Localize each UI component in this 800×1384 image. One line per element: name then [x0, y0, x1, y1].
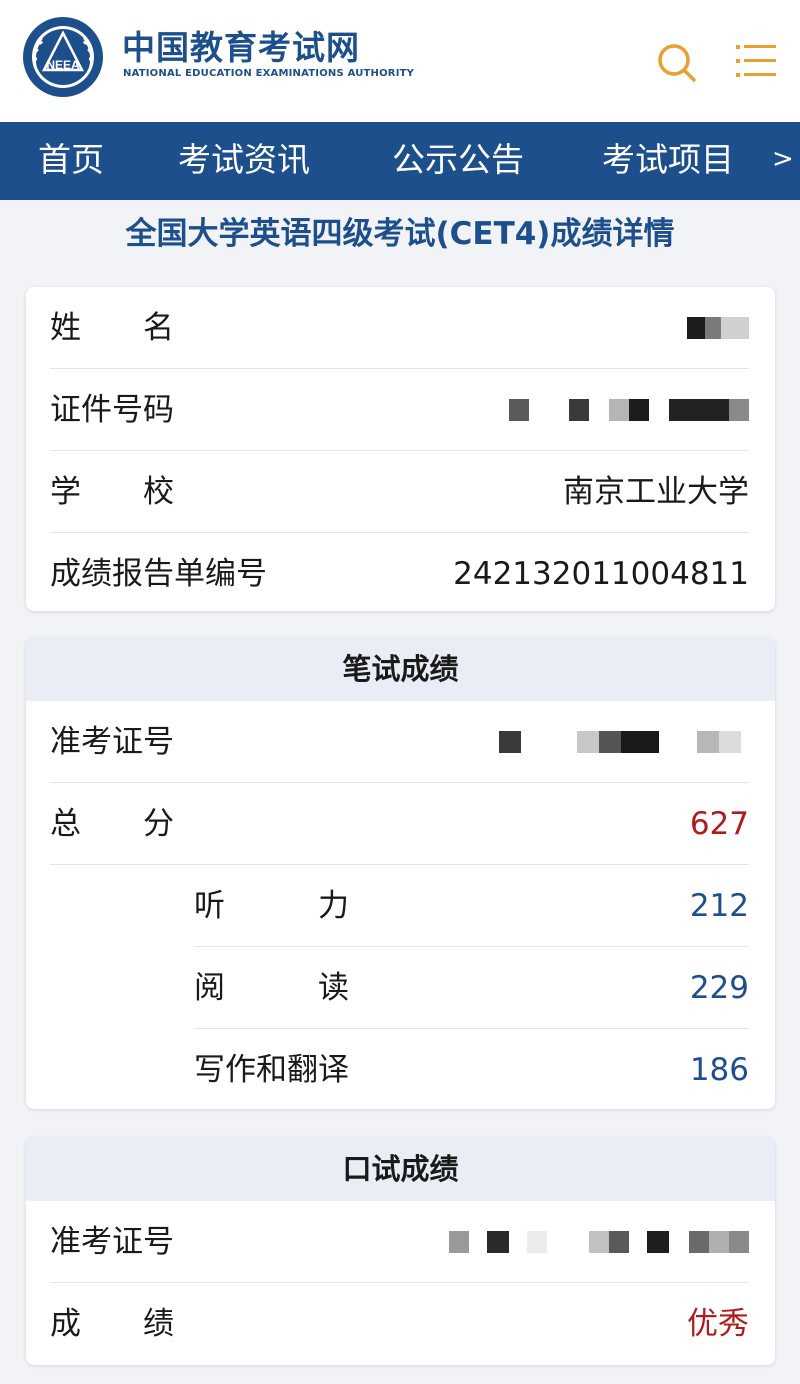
id-number-label: 证件号码: [50, 392, 174, 428]
id-number-value-masked: [509, 399, 749, 421]
total-score-label: 总 分: [50, 806, 174, 842]
report-number-row: 成绩报告单编号 242132011004811: [50, 533, 749, 611]
school-value: 南京工业大学: [563, 474, 749, 510]
written-ticket-value-masked: [499, 731, 749, 753]
nav-item-notices[interactable]: 公示公告: [392, 122, 524, 200]
name-value-masked: [687, 317, 749, 339]
site-header: NEEA 中国教育考试网 NATIONAL EDUCATION EXAMINAT…: [0, 0, 800, 122]
neea-logo-icon[interactable]: NEEA: [22, 16, 104, 98]
total-score-value: 627: [689, 806, 749, 842]
oral-grade-row: 成 绩 优秀: [50, 1283, 749, 1365]
search-icon[interactable]: [654, 40, 698, 84]
total-score-row: 总 分 627: [50, 783, 749, 865]
id-number-row: 证件号码: [50, 369, 749, 451]
written-ticket-row: 准考证号: [50, 701, 749, 783]
name-row: 姓 名: [50, 287, 749, 369]
name-label: 姓 名: [50, 310, 174, 346]
site-subtitle: NATIONAL EDUCATION EXAMINATIONS AUTHORIT…: [123, 68, 415, 79]
personal-info-card: 姓 名 证件号码 学 校 南京工业大学 成绩报告单编号 242132011004…: [26, 287, 775, 611]
reading-label: 阅 读: [194, 970, 349, 1006]
oral-ticket-row: 准考证号: [50, 1201, 749, 1283]
oral-ticket-value-masked: [449, 1231, 749, 1253]
listening-value: 212: [689, 888, 749, 924]
nav-item-home[interactable]: 首页: [38, 122, 104, 200]
school-label: 学 校: [50, 474, 174, 510]
site-title[interactable]: 中国教育考试网: [122, 30, 360, 66]
report-number-label: 成绩报告单编号: [50, 556, 267, 592]
oral-score-header: 口试成绩: [26, 1137, 775, 1201]
listening-row: 听 力 212: [194, 865, 749, 947]
school-row: 学 校 南京工业大学: [50, 451, 749, 533]
page-title: 全国大学英语四级考试(CET4)成绩详情: [125, 216, 675, 252]
oral-grade-value: 优秀: [687, 1306, 749, 1342]
writing-translation-value: 186: [689, 1052, 749, 1088]
main-navbar: 首页 考试资讯 公示公告 考试项目 >: [0, 122, 800, 200]
writing-translation-row: 写作和翻译 186: [194, 1029, 749, 1109]
oral-grade-label: 成 绩: [50, 1306, 174, 1342]
nav-more-chevron-icon[interactable]: >: [772, 122, 794, 200]
written-score-header: 笔试成绩: [26, 637, 775, 701]
reading-row: 阅 读 229: [194, 947, 749, 1029]
logo-text: NEEA: [46, 58, 80, 72]
nav-item-exams[interactable]: 考试项目: [602, 122, 734, 200]
reading-value: 229: [689, 970, 749, 1006]
oral-ticket-label: 准考证号: [50, 1224, 174, 1260]
written-score-card: 笔试成绩 准考证号 总 分 627 听 力 212 阅 读 229 写作和翻译 …: [26, 637, 775, 1109]
menu-icon[interactable]: [734, 40, 778, 84]
report-number-value: 242132011004811: [453, 556, 749, 592]
listening-label: 听 力: [194, 888, 349, 924]
written-ticket-label: 准考证号: [50, 724, 174, 760]
nav-item-news[interactable]: 考试资讯: [178, 122, 310, 200]
oral-score-card: 口试成绩 准考证号 成 绩 优秀: [26, 1137, 775, 1365]
writing-translation-label: 写作和翻译: [194, 1052, 349, 1088]
